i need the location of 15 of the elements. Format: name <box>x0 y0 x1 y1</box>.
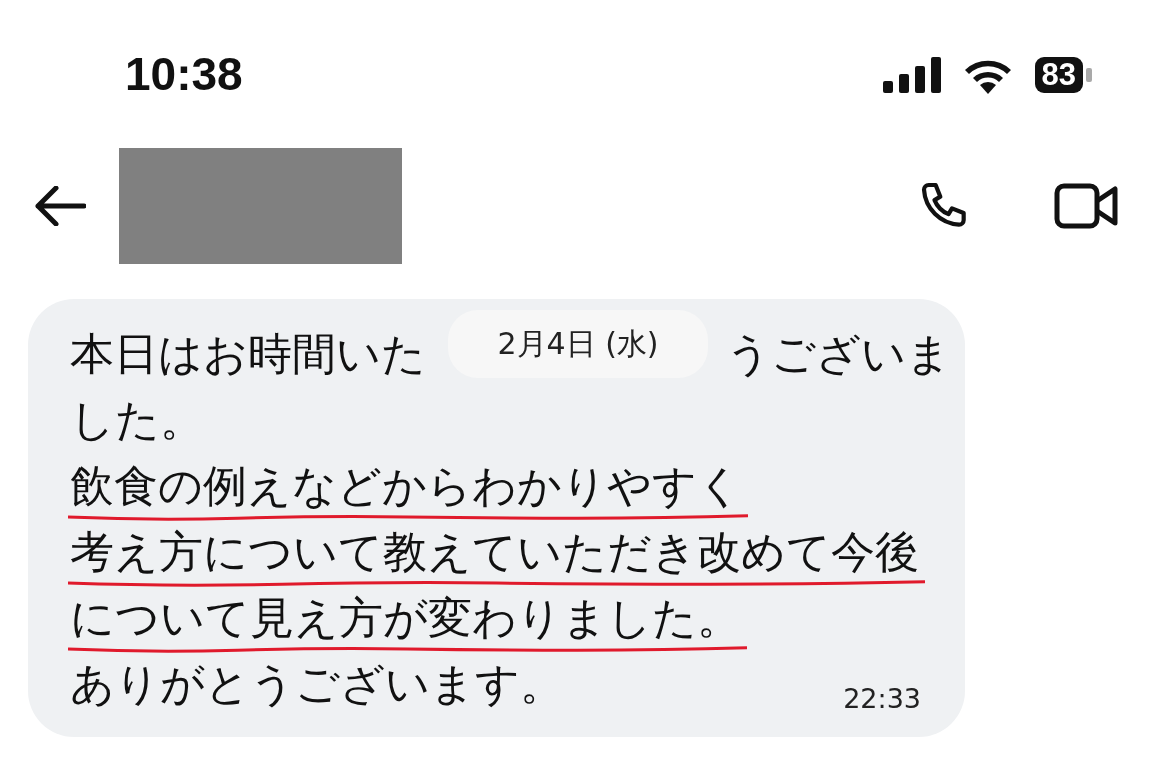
message-text: 考え方について教えていただき改めて今後 <box>70 526 919 577</box>
message-text: について見え方が変わりました。 <box>70 592 741 643</box>
back-icon[interactable] <box>34 186 86 226</box>
date-chip: 2月4日 (水) <box>448 310 708 378</box>
video-camera-icon[interactable] <box>1054 183 1118 229</box>
battery-cap-icon <box>1086 68 1092 82</box>
message-time: 22:33 <box>843 682 921 716</box>
battery-level: 83 <box>1034 57 1083 93</box>
message-text: ありがとうございます。 <box>70 658 564 709</box>
status-time: 10:38 <box>125 47 243 101</box>
message-text: 本日はお時間いた <box>70 328 426 379</box>
message-text: した。 <box>70 394 204 445</box>
signal-icon <box>882 57 941 93</box>
message-text: 飲食の例えなどからわかりやすく <box>70 460 742 511</box>
message-text: うございま <box>726 328 951 379</box>
